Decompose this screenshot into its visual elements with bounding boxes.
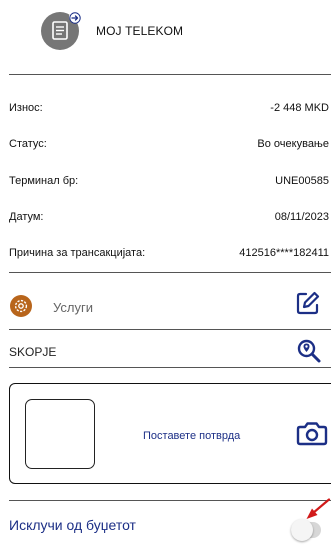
exclude-budget-label: Исклучи од буџетот (9, 517, 136, 533)
upload-receipt-label: Поставете потврда (143, 430, 241, 442)
gear-icon (14, 299, 28, 313)
terminal-value: UNE00585 (275, 175, 329, 187)
reason-value: 412516****182411 (239, 247, 329, 259)
camera-icon[interactable] (296, 419, 328, 447)
divider (9, 272, 331, 273)
amount-label: Износ: (9, 102, 43, 114)
category-label: Услуги (53, 300, 93, 315)
arrow-pointer-icon (303, 498, 331, 522)
receipt-thumbnail-placeholder[interactable] (25, 399, 95, 469)
reason-label: Причина за трансакцијата: (9, 247, 146, 259)
divider (9, 329, 331, 330)
terminal-label: Терминал бр: (9, 175, 79, 187)
map-search-icon[interactable] (296, 338, 322, 364)
toggle-knob[interactable] (291, 519, 313, 541)
divider (9, 74, 331, 75)
edit-icon[interactable] (294, 289, 322, 317)
transfer-badge-icon (69, 11, 81, 24)
divider (9, 367, 331, 368)
divider (9, 500, 331, 501)
date-label: Датум: (9, 211, 44, 223)
amount-value: -2 448 MKD (270, 102, 329, 114)
location-city: SKOPJE (9, 345, 57, 359)
status-value: Во очекување (257, 138, 329, 150)
category-badge (10, 295, 32, 317)
date-value: 08/11/2023 (274, 211, 329, 223)
status-label: Статус: (9, 138, 47, 150)
merchant-name: МОЈ TELEKOM (96, 24, 184, 38)
